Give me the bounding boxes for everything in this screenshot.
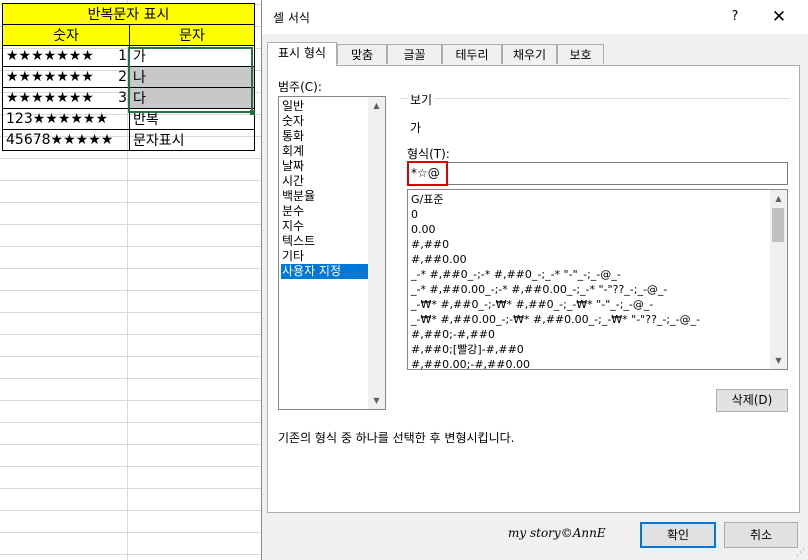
fill-handle[interactable] [250,110,255,115]
category-list[interactable]: 일반 숫자 통화 회계 날짜 시간 백분율 분수 지수 텍스트 기타 사용자 지… [278,96,386,410]
table-row: 123★★★★★★ 반복 [2,108,255,130]
format-list-scrollbar[interactable]: ▲ ▼ [770,190,787,369]
delete-button[interactable]: 삭제(D) [716,389,788,412]
cancel-button[interactable]: 취소 [724,522,798,548]
number-cell[interactable]: 123★★★★★★ [2,108,130,130]
watermark-text: my story©AnnE [508,526,606,540]
text-cell[interactable]: 문자표시 [129,129,255,151]
sample-value: 가 [410,121,422,135]
category-scrollbar[interactable]: ▲ ▼ [368,97,385,409]
format-list-item[interactable]: 0 [411,207,418,222]
format-list-item[interactable]: _-* #,##0.00_-;-* #,##0.00_-;_-* "-"??_-… [411,282,667,297]
star-fill: ★★★★★★★ [6,48,94,64]
close-button[interactable]: ✕ [767,6,791,28]
category-item[interactable]: 통화 [281,129,381,144]
category-label: 범주(C): [278,80,322,94]
format-cells-dialog: 셀 서식 ? ✕ 표시 형식 맞춤 글꼴 테두리 채우기 보호 범주(C): 일… [261,0,808,560]
number-value: 1 [118,48,127,64]
scroll-up-icon[interactable]: ▲ [770,190,787,207]
category-item[interactable]: 지수 [281,219,381,234]
help-button[interactable]: ? [725,6,745,28]
description-text: 기존의 형식 중 하나를 선택한 후 변형시킵니다. [278,431,515,445]
number-cell[interactable]: 45678★★★★★ [2,129,130,151]
text-cell[interactable]: 반복 [129,108,255,130]
format-list-item[interactable]: 0.00 [411,222,436,237]
format-list[interactable]: G/표준 0 0.00 #,##0 #,##0.00 _-* #,##0_-;-… [407,189,788,370]
tab-alignment[interactable]: 맞춤 [337,44,387,64]
category-item[interactable]: 날짜 [281,159,381,174]
tab-protection[interactable]: 보호 [557,44,604,64]
data-table: 반복문자 표시 숫자 문자 ★★★★★★★ 1 가 ★★★★★★★ 2 나 ★★… [2,3,255,151]
format-label: 형식(T): [407,147,450,161]
spreadsheet-area: 반복문자 표시 숫자 문자 ★★★★★★★ 1 가 ★★★★★★★ 2 나 ★★… [0,0,262,560]
category-item[interactable]: 기타 [281,249,381,264]
format-list-item[interactable]: _-₩* #,##0.00_-;-₩* #,##0.00_-;_-₩* "-"?… [411,312,700,327]
scroll-down-icon[interactable]: ▼ [368,392,385,409]
col-header-number[interactable]: 숫자 [2,24,130,46]
table-row: 45678★★★★★ 문자표시 [2,129,255,151]
number-cell[interactable]: ★★★★★★★ 1 [2,45,130,67]
scroll-thumb[interactable] [772,208,784,242]
text-cell[interactable]: 가 [129,45,255,67]
text-cell[interactable]: 나 [129,66,255,88]
format-list-item[interactable]: #,##0.00;-#,##0.00 [411,357,530,369]
format-list-item[interactable]: #,##0.00 [411,252,467,267]
number-tab-panel: 범주(C): 일반 숫자 통화 회계 날짜 시간 백분율 분수 지수 텍스트 기… [267,65,800,513]
category-item[interactable]: 텍스트 [281,234,381,249]
format-list-item[interactable]: #,##0;-#,##0 [411,327,495,342]
format-list-item[interactable]: #,##0 [411,237,449,252]
category-item[interactable]: 회계 [281,144,381,159]
tab-number[interactable]: 표시 형식 [267,42,337,66]
number-value: 2 [118,69,127,85]
col-header-text[interactable]: 문자 [129,24,255,46]
star-fill: ★★★★★★★ [6,90,94,106]
sample-label: 보기 [408,91,435,108]
tab-fill[interactable]: 채우기 [502,44,557,64]
format-list-item[interactable]: #,##0;[빨강]-#,##0 [411,342,524,357]
category-item[interactable]: 분수 [281,204,381,219]
format-list-item[interactable]: _-₩* #,##0_-;-₩* #,##0_-;_-₩* "-"_-;_-@_… [411,297,653,312]
format-list-item[interactable]: G/표준 [411,192,443,207]
tab-font[interactable]: 글꼴 [387,44,442,64]
dialog-titlebar[interactable]: 셀 서식 ? ✕ [262,0,808,34]
highlight-box [407,161,448,186]
scroll-up-icon[interactable]: ▲ [368,97,385,114]
table-row: ★★★★★★★ 2 나 [2,66,255,88]
sample-group: 보기 가 [400,91,790,145]
table-row: ★★★★★★★ 3 다 [2,87,255,109]
table-row: ★★★★★★★ 1 가 [2,45,255,67]
ok-button[interactable]: 확인 [640,522,716,548]
table-title-cell[interactable]: 반복문자 표시 [2,3,255,25]
text-cell[interactable]: 다 [129,87,255,109]
category-item[interactable]: 일반 [281,99,381,114]
star-fill: ★★★★★★★ [6,69,94,85]
category-item-selected[interactable]: 사용자 지정 [281,264,381,279]
scroll-down-icon[interactable]: ▼ [770,352,787,369]
category-item[interactable]: 숫자 [281,114,381,129]
number-value: 3 [118,90,127,106]
number-cell[interactable]: ★★★★★★★ 2 [2,66,130,88]
format-list-item[interactable]: _-* #,##0_-;-* #,##0_-;_-* "-"_-;_-@_- [411,267,621,282]
tab-border[interactable]: 테두리 [442,44,502,64]
category-item[interactable]: 시간 [281,174,381,189]
number-cell[interactable]: ★★★★★★★ 3 [2,87,130,109]
format-input[interactable]: *☆@ [407,162,788,185]
dialog-title: 셀 서식 [273,11,310,25]
category-item[interactable]: 백분율 [281,189,381,204]
resize-grip-icon[interactable]: ⋰ [796,548,806,558]
